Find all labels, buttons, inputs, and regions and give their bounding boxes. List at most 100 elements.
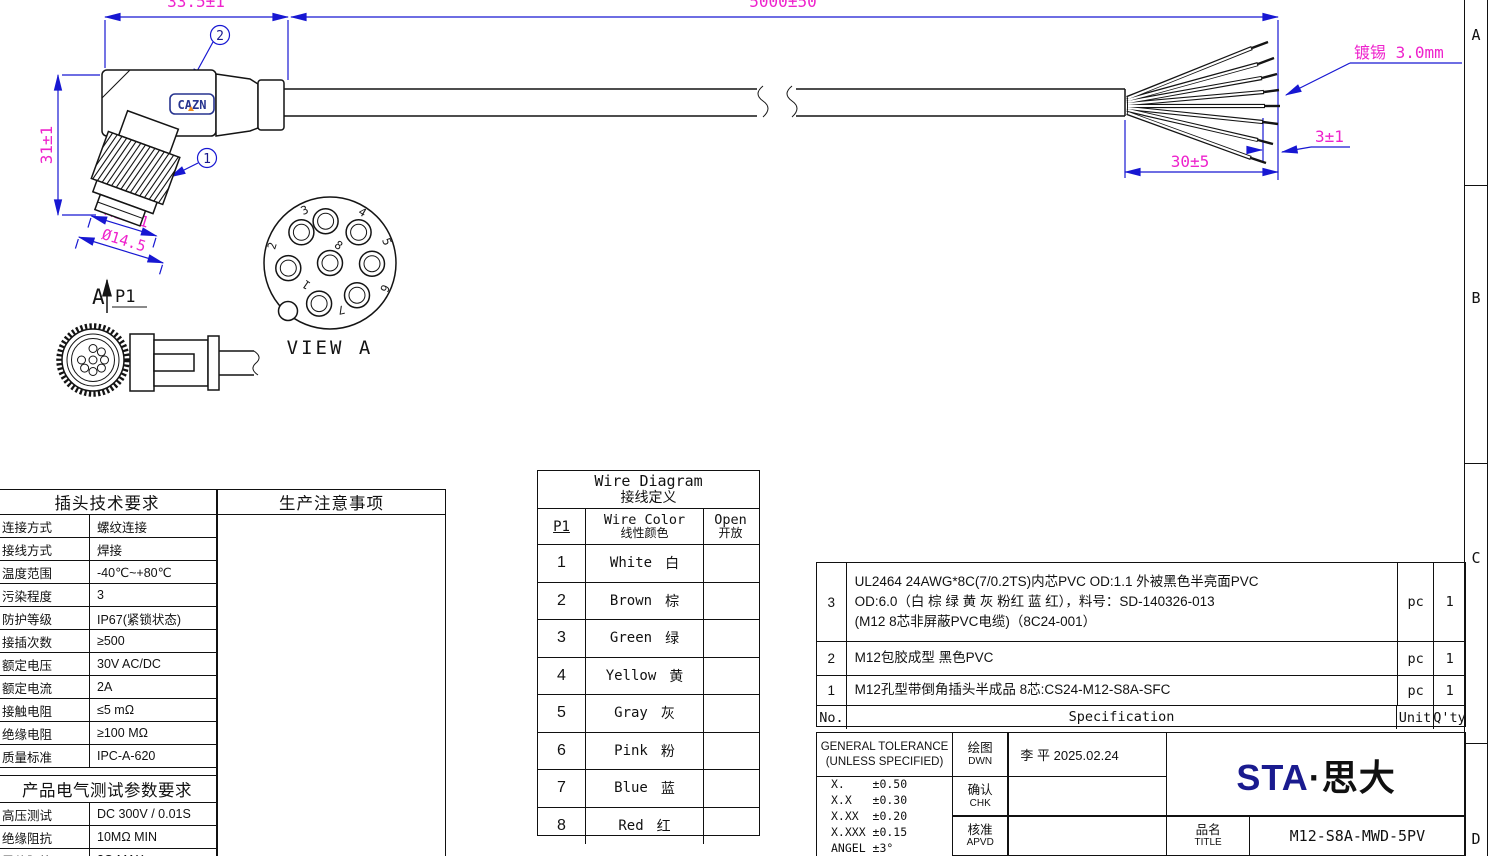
electrical-test-section-header: 产品电气测试参数要求: [0, 775, 216, 802]
wire-color-cn: 白: [665, 553, 679, 573]
tech-label: 接线方式: [0, 538, 90, 560]
apvd-label-cn: 核准: [968, 824, 993, 838]
wire-color-en: Green: [610, 630, 652, 646]
tech-label: 接触电阻: [0, 699, 90, 721]
wire-open: [704, 733, 757, 770]
pin-number: 1: [300, 277, 314, 292]
wire-open: [704, 545, 757, 582]
wire-row: 5Gray灰: [538, 694, 759, 732]
balloon-1-number: 1: [203, 152, 211, 167]
dwn-value: 李 平 2025.02.24: [1007, 732, 1167, 777]
pin-number: 3: [298, 202, 310, 218]
tech-row: 高压测试DC 300V / 0.01S: [0, 802, 216, 825]
bom-spec: UL2464 24AWG*8C(7/0.2TS)内芯PVC OD:1.1 外被黑…: [847, 563, 1398, 641]
tech-label: 质量标准: [0, 745, 90, 767]
wire-row: 3Green绿: [538, 619, 759, 657]
tech-label: 额定电流: [0, 676, 90, 698]
table-spacer: [0, 767, 216, 775]
bom-footer-spec: Specification: [847, 706, 1397, 729]
tinned-tips: [1251, 42, 1280, 163]
view-a-face: 3 4 5 6 7 1 2 8 VIEW A: [264, 197, 396, 359]
title-label-cn: 品名: [1196, 824, 1221, 838]
tech-label: 绝缘阻抗: [0, 826, 90, 848]
zone-divider: [1464, 463, 1487, 464]
connector-front-view: [59, 326, 259, 394]
zone-divider: [1464, 185, 1487, 186]
wire-color-en: Yellow: [606, 668, 657, 684]
wire-row: 6Pink粉: [538, 732, 759, 770]
tech-label: 导体阻抗: [0, 849, 90, 856]
dwn-label-cn: 绘图: [968, 742, 993, 756]
wire-pin: 8: [538, 808, 586, 845]
col-pin: P1: [553, 519, 570, 535]
tech-value: 2A: [90, 676, 216, 698]
wire-row: 2Brown棕: [538, 582, 759, 620]
bom-qty: 1: [1434, 676, 1465, 705]
col-open-cn: 开放: [718, 527, 742, 540]
wire-row: 7Blue蓝: [538, 769, 759, 807]
wire-color-cn: 灰: [661, 703, 675, 723]
wire-color-cn: 棕: [665, 591, 679, 611]
tech-label: 连接方式: [0, 515, 90, 537]
tech-row: 接线方式焊接: [0, 537, 216, 560]
right-angle-connector: CAZN: [69, 70, 284, 234]
bom-row: 3 UL2464 24AWG*8C(7/0.2TS)内芯PVC OD:1.1 外…: [817, 563, 1465, 641]
wire-open: [704, 808, 757, 845]
bom-spec: M12孔型带倒角插头半成品 8芯:CS24-M12-S8A-SFC: [847, 676, 1398, 705]
logo-cn: ·思大: [1309, 757, 1396, 798]
chk-label-en: CHK: [970, 798, 991, 809]
bom-row: 2 M12包胶成型 黑色PVC pc 1: [817, 641, 1465, 675]
general-tolerance-header: GENERAL TOLERANCE (UNLESS SPECIFIED): [816, 732, 953, 777]
zone-letter-d: D: [1465, 830, 1487, 848]
wire-color-en: Blue: [614, 780, 648, 796]
bom-no: 3: [817, 563, 847, 641]
zone-divider: [1464, 743, 1487, 744]
tech-value: 焊接: [90, 538, 216, 560]
dim-cable-length: 5000±50: [749, 0, 816, 11]
tolerance-values: X. ±0.50 X.X ±0.30 X.XX ±0.20 X.XXX ±0.1…: [816, 776, 953, 856]
bom-footer-qty: Q'ty: [1434, 706, 1465, 729]
wire-color-cn: 粉: [661, 741, 675, 761]
tech-row: 温度范围-40℃~+80℃: [0, 560, 216, 583]
bom-row: 1 M12孔型带倒角插头半成品 8芯:CS24-M12-S8A-SFC pc 1: [817, 675, 1465, 705]
stripped-wires: [1127, 42, 1280, 163]
section-pin-label: P1: [115, 287, 135, 307]
tech-label: 高压测试: [0, 803, 90, 825]
bom-unit: pc: [1398, 642, 1435, 675]
wire-color-cn: 红: [657, 816, 671, 836]
wire-table-title: Wire Diagram 接线定义: [538, 471, 759, 508]
tech-row: 绝缘阻抗10MΩ MIN: [0, 825, 216, 848]
wire-pin: 6: [538, 733, 586, 770]
wire-color-cn: 黄: [669, 666, 683, 686]
company-logo: STA·思大: [1166, 732, 1466, 817]
wire-open: [704, 658, 757, 695]
tech-row: 连接方式螺纹连接: [0, 514, 216, 537]
part-number: M12-S8A-MWD-5PV: [1249, 815, 1466, 856]
chk-value: [1007, 776, 1167, 817]
view-a-label: VIEW A: [287, 337, 374, 359]
tech-row: 额定电流2A: [0, 675, 216, 698]
tech-value: 3Ω MAX: [90, 849, 216, 856]
pin-number: 7: [336, 302, 346, 317]
wire-pin: 1: [538, 545, 586, 582]
dwn-label: 绘图 DWN: [952, 732, 1009, 777]
tech-row: 质量标准IPC-A-620: [0, 744, 216, 767]
pin-number: 2: [264, 240, 279, 251]
col-color-cn: 线性颜色: [620, 527, 668, 540]
tech-row: 导体阻抗3Ω MAX: [0, 848, 216, 856]
tech-label: 温度范围: [0, 561, 90, 583]
dimension-lines: [58, 17, 1462, 274]
wire-color-en: White: [610, 555, 652, 571]
tech-value: DC 300V / 0.01S: [90, 803, 216, 825]
wire-open: [704, 770, 757, 807]
tech-value: ≤5 mΩ: [90, 699, 216, 721]
wire-pin: 7: [538, 770, 586, 807]
tech-table-header: 插头技术要求: [0, 490, 216, 514]
bom-footer-no: No.: [817, 706, 847, 729]
notes-table-header: 生产注意事项: [218, 490, 445, 515]
wire-title-en: Wire Diagram: [594, 473, 702, 490]
tech-label: 额定电压: [0, 653, 90, 675]
tech-requirements-table: 插头技术要求 连接方式螺纹连接 接线方式焊接 温度范围-40℃~+80℃ 污染程…: [0, 489, 217, 856]
wire-color-en: Red: [618, 818, 643, 834]
apvd-label: 核准 APVD: [952, 815, 1009, 856]
